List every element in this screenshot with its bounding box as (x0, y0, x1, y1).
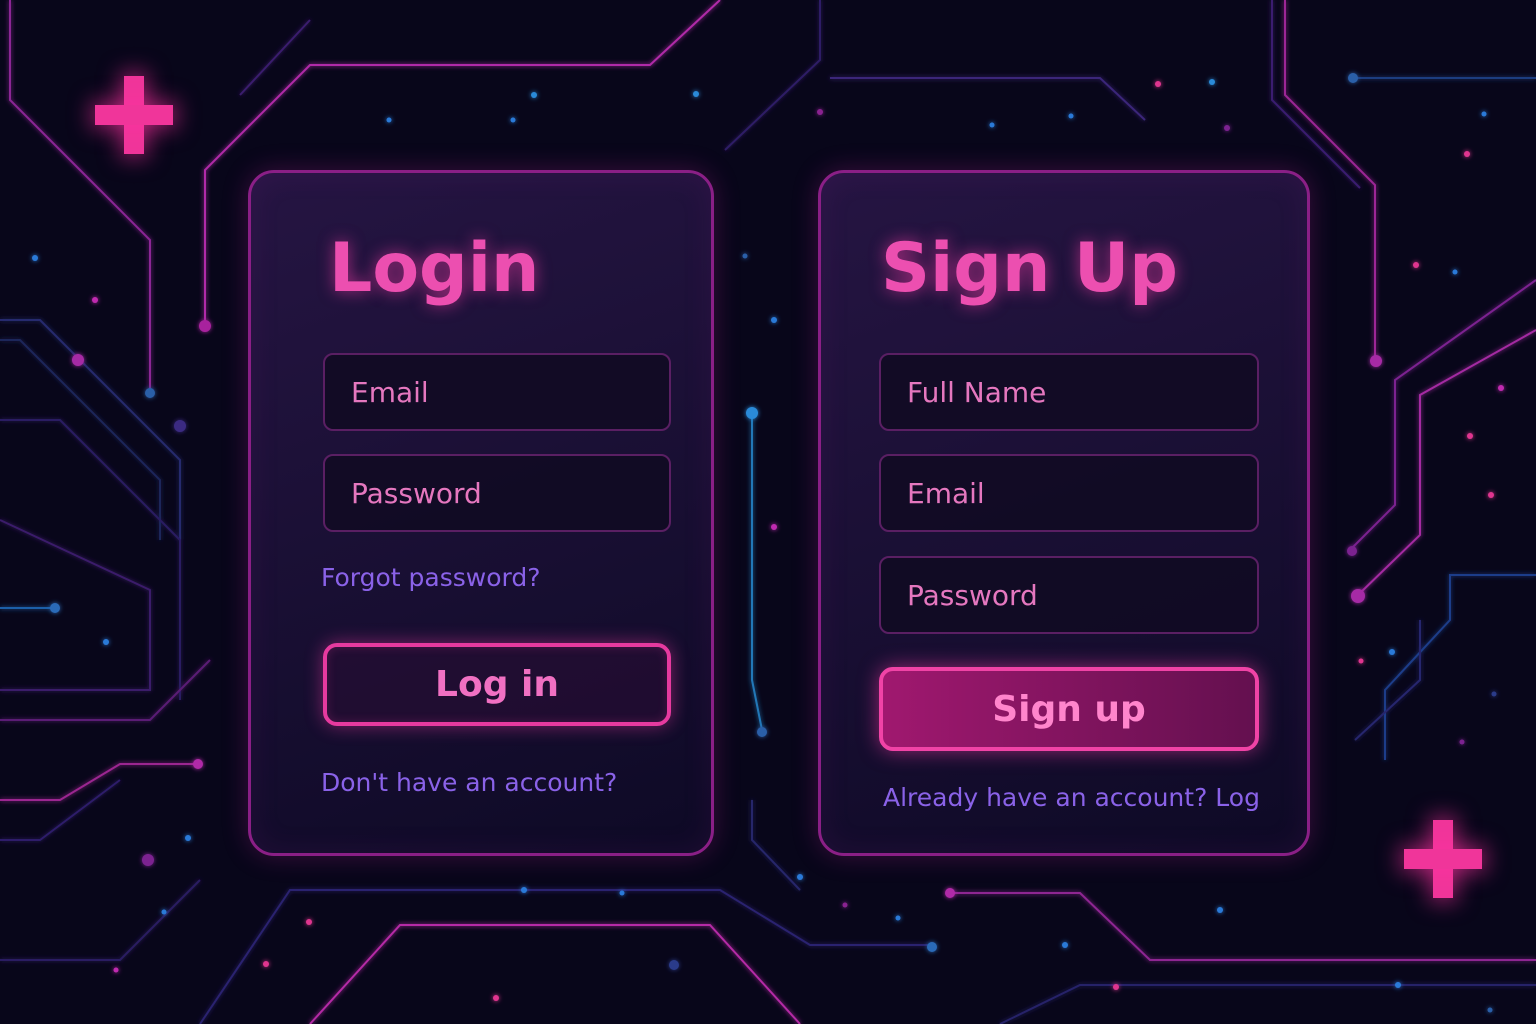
login-prompt-link[interactable]: Already have an account? Log (883, 783, 1260, 812)
login-email-input[interactable] (325, 355, 669, 429)
forgot-password-link[interactable]: Forgot password? (321, 563, 541, 592)
login-title: Login (329, 229, 540, 308)
plus-icon (95, 76, 173, 154)
signup-title: Sign Up (881, 229, 1178, 308)
signup-password-input[interactable] (881, 558, 1257, 632)
login-button[interactable]: Log in (323, 643, 671, 726)
signup-email-input[interactable] (881, 456, 1257, 530)
signup-email-field-wrapper (879, 454, 1259, 532)
login-password-input[interactable] (325, 456, 669, 530)
signup-button[interactable]: Sign up (879, 667, 1259, 751)
signup-card: Sign Up Sign up Already have an account?… (818, 170, 1310, 856)
signup-fullname-input[interactable] (881, 355, 1257, 429)
plus-icon (1404, 820, 1482, 898)
login-password-field-wrapper (323, 454, 671, 532)
signup-prompt-link[interactable]: Don't have an account? (321, 768, 617, 797)
login-email-field-wrapper (323, 353, 671, 431)
signup-fullname-field-wrapper (879, 353, 1259, 431)
signup-password-field-wrapper (879, 556, 1259, 634)
login-card: Login Forgot password? Log in Don't have… (248, 170, 714, 856)
